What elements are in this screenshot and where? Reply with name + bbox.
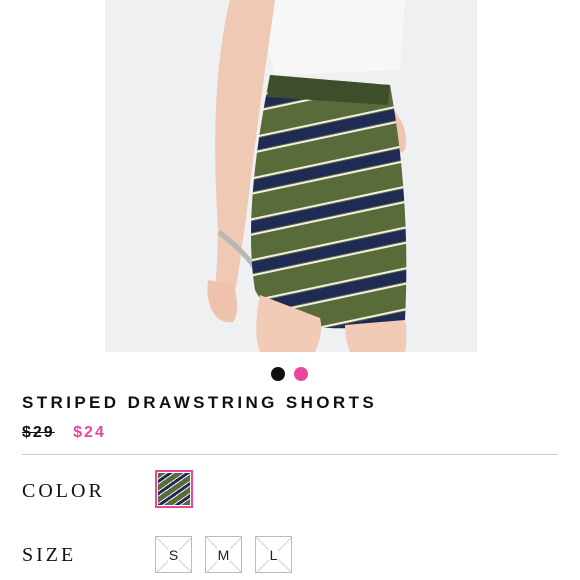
- size-option-s[interactable]: S: [155, 536, 192, 573]
- size-option-label: S: [167, 546, 180, 563]
- sale-price: $24: [73, 424, 106, 441]
- color-label: COLOR: [22, 480, 105, 502]
- color-swatch-selected[interactable]: [155, 470, 193, 508]
- original-price: $29: [22, 424, 55, 441]
- price-row: $29 $24: [22, 424, 106, 442]
- stripe-swatch-icon: [158, 473, 190, 505]
- size-option-m[interactable]: M: [205, 536, 242, 573]
- size-option-label: L: [268, 546, 279, 563]
- carousel-dot-2-active[interactable]: [294, 367, 308, 381]
- size-label: SIZE: [22, 544, 77, 566]
- product-photo: [105, 0, 477, 352]
- size-option-l[interactable]: L: [255, 536, 292, 573]
- image-carousel-dots: [271, 367, 308, 381]
- carousel-dot-1[interactable]: [271, 367, 285, 381]
- product-image[interactable]: [105, 0, 477, 352]
- product-title: STRIPED DRAWSTRING SHORTS: [22, 393, 378, 412]
- size-option-label: M: [216, 546, 231, 563]
- divider: [22, 454, 558, 455]
